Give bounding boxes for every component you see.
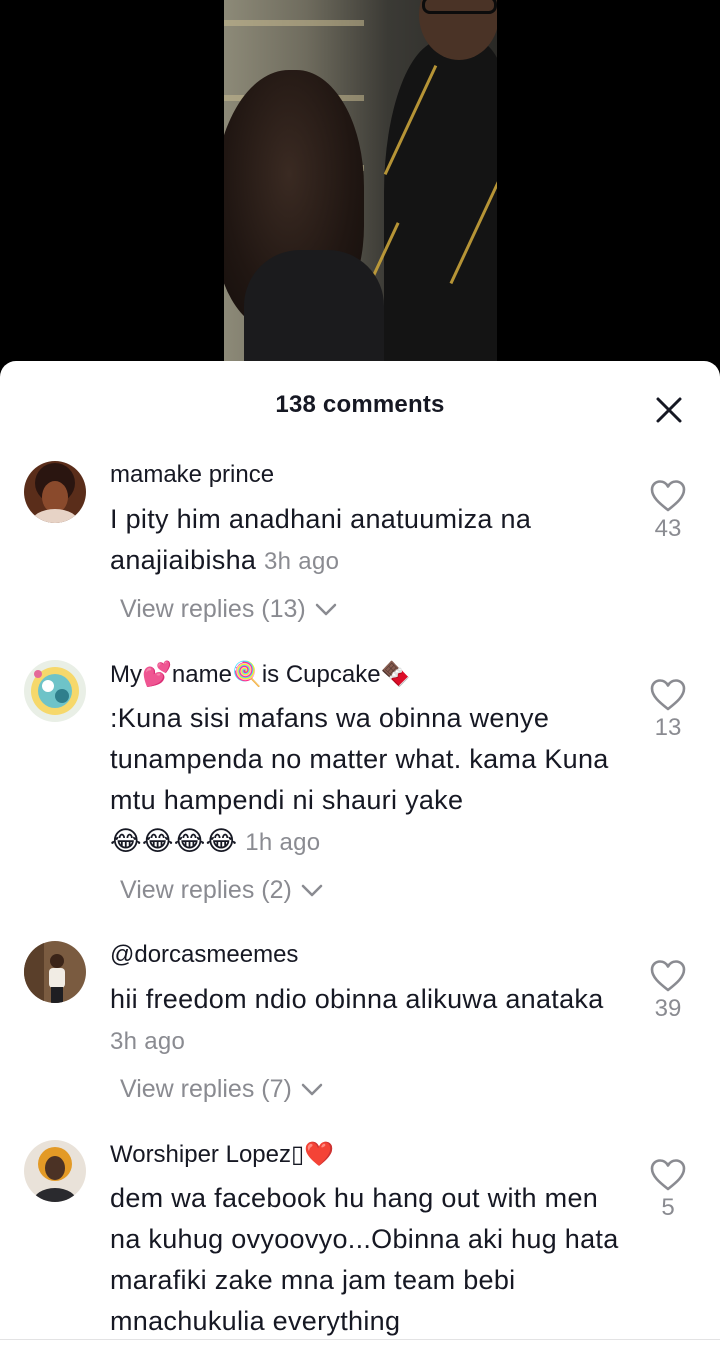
comment-body: hii freedom ndio obinna alikuwa anataka bbox=[110, 984, 604, 1014]
video-figure-man bbox=[384, 40, 497, 380]
like-button[interactable]: 13 bbox=[640, 678, 696, 742]
lollipop-emoji: 🍭 bbox=[231, 660, 262, 688]
comment-username[interactable]: My💕name🍭is Cupcake🍫 bbox=[110, 660, 410, 689]
heart-outline-icon bbox=[650, 480, 686, 512]
avatar[interactable] bbox=[24, 1140, 86, 1202]
comment-body: :Kuna sisi mafans wa obinna wenye tunamp… bbox=[110, 703, 609, 815]
heart-outline-icon bbox=[650, 960, 686, 992]
comment-text: I pity him anadhani anatuumiza na anajia… bbox=[110, 499, 620, 582]
shelf-decor bbox=[224, 20, 364, 26]
comment-username[interactable]: mamake prince bbox=[110, 461, 274, 489]
comment-username[interactable]: @dorcasmeemes bbox=[110, 941, 298, 969]
like-button[interactable]: 5 bbox=[640, 1158, 696, 1222]
heart-outline-icon bbox=[650, 679, 686, 711]
comment-body: dem wa facebook hu hang out with men na … bbox=[110, 1183, 619, 1336]
comment-text: dem wa facebook hu hang out with men na … bbox=[110, 1178, 620, 1342]
comment-text: hii freedom ndio obinna alikuwa anataka … bbox=[110, 979, 620, 1062]
like-count: 13 bbox=[654, 714, 682, 741]
close-icon bbox=[656, 397, 682, 423]
like-count: 39 bbox=[654, 995, 682, 1022]
chocolate-emoji: 🍫 bbox=[380, 660, 411, 688]
close-button[interactable] bbox=[654, 395, 684, 425]
view-replies-label: View replies (13) bbox=[120, 595, 306, 623]
video-player[interactable] bbox=[0, 0, 720, 380]
comments-count-title: 138 comments bbox=[275, 391, 445, 418]
avatar[interactable] bbox=[24, 660, 86, 722]
laughing-emoji-line: 😂😂😂😂 bbox=[110, 826, 238, 856]
chevron-down-icon bbox=[301, 885, 323, 897]
video-figure-glasses bbox=[422, 0, 497, 14]
heart-outline-icon bbox=[650, 1159, 686, 1191]
divider bbox=[0, 1339, 720, 1340]
view-replies-button[interactable]: View replies (13) bbox=[120, 595, 337, 624]
like-count: 5 bbox=[661, 1194, 675, 1221]
heart-emoji: ▯❤️ bbox=[290, 1140, 335, 1168]
like-count: 43 bbox=[654, 515, 682, 542]
like-button[interactable]: 43 bbox=[640, 479, 696, 543]
like-button[interactable]: 39 bbox=[640, 959, 696, 1023]
comment-timestamp: 1h ago bbox=[245, 829, 321, 856]
chevron-down-icon bbox=[301, 1084, 323, 1096]
avatar[interactable] bbox=[24, 941, 86, 1003]
hearts-emoji: 💕 bbox=[142, 660, 172, 688]
view-replies-button[interactable]: View replies (2) bbox=[120, 876, 323, 905]
view-replies-label: View replies (2) bbox=[120, 876, 292, 904]
comments-sheet: 138 comments mamake prince I pity him an… bbox=[0, 361, 720, 1356]
view-replies-label: View replies (7) bbox=[120, 1075, 292, 1103]
comment-timestamp: 3h ago bbox=[110, 1028, 186, 1055]
comments-header: 138 comments bbox=[0, 361, 720, 451]
comment-timestamp: 3h ago bbox=[264, 548, 340, 575]
chevron-down-icon bbox=[315, 604, 336, 616]
view-replies-button[interactable]: View replies (7) bbox=[120, 1075, 323, 1104]
comment-text: :Kuna sisi mafans wa obinna wenye tunamp… bbox=[110, 698, 620, 863]
comment-username[interactable]: Worshiper Lopez▯❤️ bbox=[110, 1140, 334, 1169]
avatar[interactable] bbox=[24, 461, 86, 523]
video-frame bbox=[224, 0, 497, 380]
